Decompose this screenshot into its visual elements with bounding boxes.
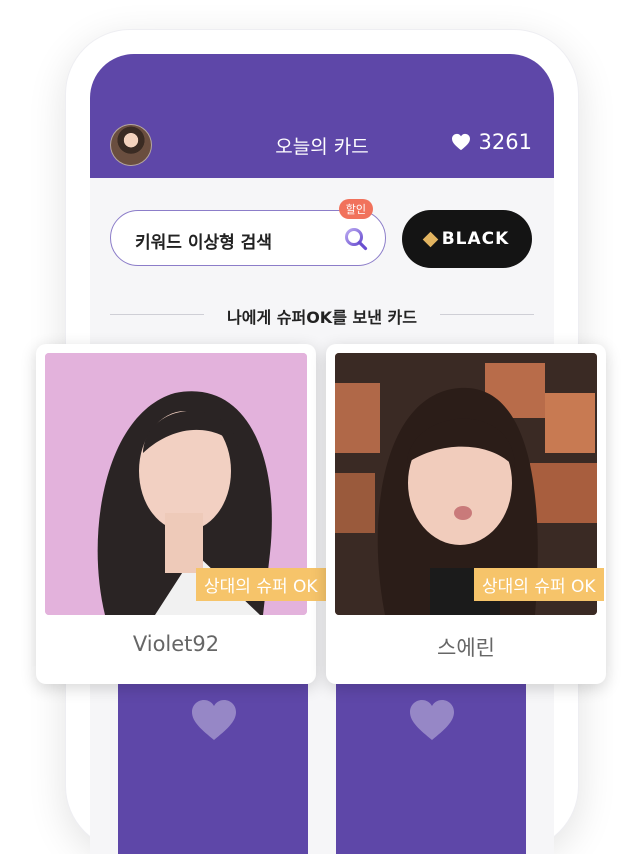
super-ok-badge: 상대의 슈퍼 OK [196, 568, 326, 601]
app-header: 오늘의 카드 3261 [90, 54, 554, 178]
super-ok-badge: 상대의 슈퍼 OK [474, 568, 604, 601]
heart-count: 3261 [478, 130, 532, 154]
section-divider: 나에게 슈퍼OK를 보낸 카드 [110, 302, 534, 327]
diamond-icon [422, 231, 438, 247]
search-placeholder: 키워드 이상형 검색 [135, 233, 272, 253]
black-membership-button[interactable]: BLACK [402, 210, 532, 268]
card-slot-left[interactable] [118, 684, 308, 854]
heart-icon [451, 133, 470, 151]
card-slot-right[interactable] [336, 684, 526, 854]
section-title: 나에게 슈퍼OK를 보낸 카드 [227, 308, 417, 327]
profile-card[interactable]: 상대의 슈퍼 OK Violet92 [36, 344, 326, 684]
heart-icon [410, 700, 454, 740]
profile-name: 스에린 [437, 636, 495, 660]
profile-card[interactable]: 상대의 슈퍼 OK 스에린 [326, 344, 606, 684]
search-icon[interactable] [343, 226, 369, 252]
heart-balance[interactable]: 3261 [451, 130, 532, 154]
black-button-label: BLACK [441, 229, 510, 249]
profile-name: Violet92 [132, 632, 220, 656]
sale-badge: 할인 [338, 199, 373, 219]
heart-icon [192, 700, 236, 740]
keyword-search-input[interactable]: 키워드 이상형 검색 할인 [110, 199, 386, 266]
